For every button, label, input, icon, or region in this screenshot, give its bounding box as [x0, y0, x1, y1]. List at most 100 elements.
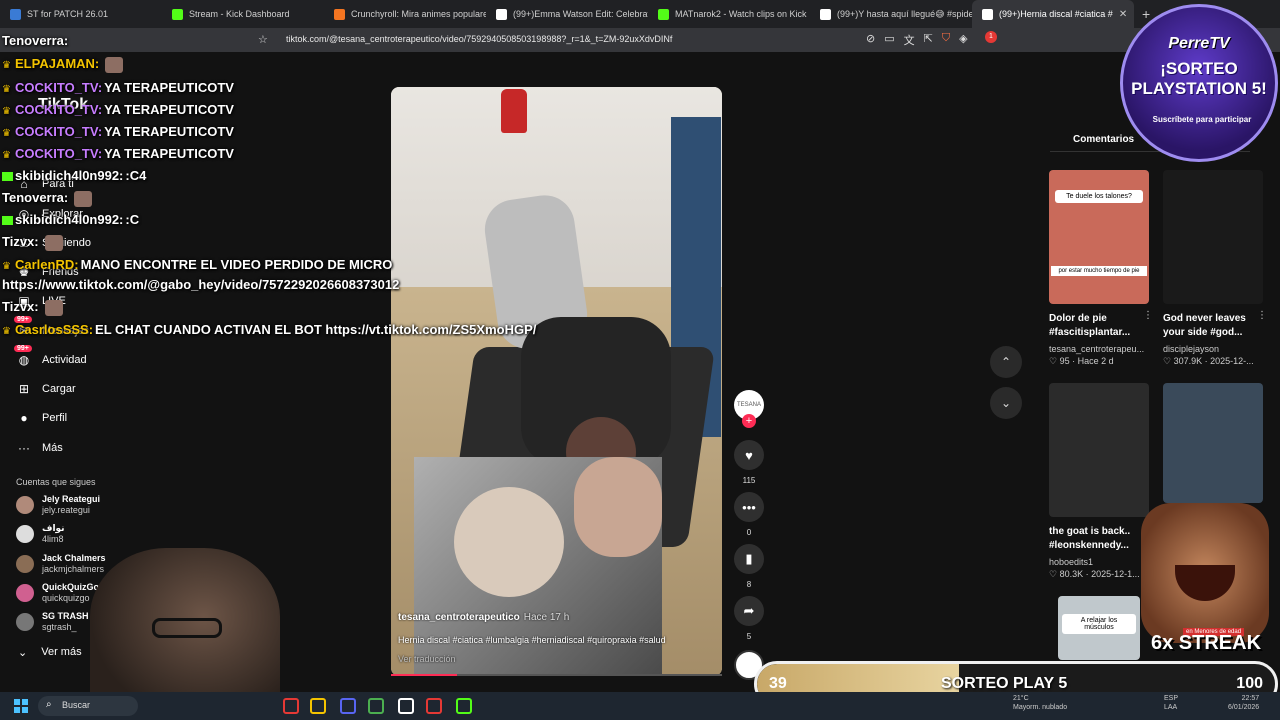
chat-message: Tizvx: — [2, 299, 63, 316]
taskbar-app-icon[interactable] — [340, 698, 356, 714]
chat-username[interactable]: COCKITO_TV: — [15, 146, 102, 161]
taskbar-app-icon[interactable] — [368, 698, 384, 714]
recommended-video-thumbnail[interactable]: A relajar los músculos — [1058, 596, 1140, 660]
extension-badge: 1 — [985, 31, 997, 43]
taskbar-app-icon[interactable] — [398, 698, 414, 714]
browser-tab[interactable]: Stream - Kick Dashboard — [162, 0, 324, 28]
follow-plus-button[interactable]: + — [742, 414, 756, 428]
chat-username[interactable]: Tenoverra: — [2, 190, 68, 205]
browser-tab[interactable]: (99+)Hernia discal #ciatica # ✕ — [972, 0, 1134, 28]
more-options-icon[interactable]: ⋮ — [1257, 310, 1267, 321]
screen-icon[interactable]: ▭ — [884, 32, 894, 48]
chat-username[interactable]: COCKITO_TV: — [15, 102, 102, 117]
translate-icon[interactable]: 文 — [904, 32, 915, 48]
video-player[interactable] — [391, 87, 722, 676]
comment-action[interactable]: ••• 0 — [734, 492, 764, 537]
chat-username[interactable]: skibidich4l0n992: — [15, 168, 123, 183]
share-page-icon[interactable]: ⇱ — [924, 32, 933, 48]
translate-link[interactable]: Ver traducción — [398, 654, 456, 664]
next-video-button[interactable]: ⌄ — [990, 387, 1022, 419]
extension-icon[interactable]: ◈ — [959, 32, 967, 48]
recommended-video-thumbnail[interactable]: Te duele los talones? por estar mucho tie… — [1049, 170, 1149, 304]
sidebar-item-actividad[interactable]: ◍ 99+ Actividad — [14, 345, 87, 368]
sidebar-item-label: Cargar — [42, 383, 76, 395]
chat-username[interactable]: Tizvx: — [2, 234, 39, 249]
sidebar-item-cargar[interactable]: ⊞ Cargar — [16, 381, 76, 397]
chat-username[interactable]: COCKITO_TV: — [15, 124, 102, 139]
followed-account[interactable]: نواف 4lim8 — [16, 523, 65, 545]
chat-username[interactable]: CasrlosSSS: — [15, 322, 93, 337]
close-tab-icon[interactable]: ✕ — [1119, 9, 1127, 20]
recommended-video-thumbnail[interactable] — [1049, 383, 1149, 517]
like-action[interactable]: ♥ 115 — [734, 440, 764, 485]
tab-favicon-icon — [820, 8, 831, 20]
crown-badge-icon: ♛ — [2, 326, 11, 338]
browser-tab[interactable]: Crunchyroll: Mira animes populares — [324, 0, 486, 28]
browser-tab[interactable]: (99+)Emma Watson Edit: Celebrate — [486, 0, 648, 28]
share-action[interactable]: ➦ 5 — [734, 596, 764, 641]
taskbar-search[interactable]: ⌕ Buscar — [38, 696, 138, 716]
followed-account[interactable]: QuickQuizGo quickquizgo — [16, 582, 99, 604]
weather-widget[interactable]: 21°C Mayorm. nublado — [1013, 694, 1067, 712]
taskbar-app-icon[interactable] — [426, 698, 442, 714]
lang-code: ESP — [1164, 695, 1179, 702]
language-indicator[interactable]: ESP LAA — [1164, 694, 1178, 712]
url-field[interactable]: tiktok.com/@tesana_centroterapeutico/vid… — [286, 34, 672, 44]
chat-username[interactable]: COCKITO_TV: — [15, 80, 102, 95]
sidebar-item-perfil[interactable]: ● Perfil — [16, 410, 67, 426]
video-progress[interactable] — [391, 674, 722, 676]
browser-tab[interactable]: MATnarok2 - Watch clips on Kick — [648, 0, 810, 28]
streak-counter: 6x STREAK — [1151, 632, 1262, 654]
taskbar-app-icon[interactable] — [310, 698, 326, 714]
windows-start-icon[interactable] — [14, 699, 28, 713]
recommended-video-thumbnail[interactable] — [1163, 383, 1263, 503]
chat-username[interactable]: Tizvx: — [2, 299, 39, 314]
account-name: Jack Chalmers — [42, 553, 106, 563]
ver-mas-label: Ver más — [41, 646, 82, 658]
clock[interactable]: 22:57 6/01/2026 — [1228, 694, 1259, 712]
chat-username[interactable]: Tenoverra: — [2, 33, 68, 48]
laughing-face-overlay — [1141, 503, 1269, 643]
chat-text: YA TERAPEUTICOTV — [104, 80, 234, 95]
taskbar-app-icon[interactable] — [283, 698, 299, 714]
recommended-video-title[interactable]: Dolor de pie #fascitisplantar... — [1049, 312, 1145, 340]
chat-username[interactable]: skibidich4l0n992: — [15, 212, 123, 227]
followed-account[interactable]: Jack Chalmers jackmjchalmers — [16, 553, 106, 575]
chat-text: https://www.tiktok.com/@gabo_hey/video/7… — [2, 277, 400, 292]
recommended-video-title[interactable]: the goat is back.. #leonskennedy... — [1049, 525, 1145, 553]
sidebar-item-más[interactable]: ··· Más — [16, 440, 63, 456]
heart-icon: ♥ — [734, 440, 764, 470]
chat-username[interactable]: ELPAJAMAN: — [15, 56, 99, 71]
browser-tab[interactable]: (99+)Y hasta aquí llegué😅 #spiderm — [810, 0, 972, 28]
video-author[interactable]: tesana_centroterapeutico Hace 17 h — [398, 612, 569, 623]
shield-extension-icon[interactable]: ⛉ — [942, 32, 950, 48]
face-mouth — [1175, 565, 1235, 601]
bookmark-icon[interactable]: ☆ — [258, 33, 270, 47]
prev-video-button[interactable]: ⌃ — [990, 346, 1022, 378]
more-options-icon[interactable]: ⋮ — [1143, 310, 1153, 321]
recommended-video-thumbnail[interactable] — [1163, 170, 1263, 304]
chat-message: ♛ COCKITO_TV: YA TERAPEUTICOTV — [2, 146, 234, 161]
lang-layout: LAA — [1164, 704, 1178, 711]
upload-icon: ⊞ — [18, 382, 30, 396]
ver-mas-button[interactable]: ⌄ Ver más — [18, 646, 82, 659]
browser-tab[interactable]: ST for PATCH 26.01 — [0, 0, 162, 28]
recommended-video-title[interactable]: God never leaves your side #god... — [1163, 312, 1259, 340]
bookmark-action[interactable]: ▮ 8 — [734, 544, 764, 589]
browser-tab-bar: ST for PATCH 26.01 Stream - Kick Dashboar… — [0, 0, 1280, 28]
chat-text: :C — [125, 212, 140, 227]
tab-favicon-icon — [10, 8, 21, 20]
recommended-video-user[interactable]: disciplejayson — [1163, 344, 1219, 354]
recommended-video-user[interactable]: hoboedits1 — [1049, 557, 1093, 567]
chat-username[interactable]: CarlenRD: — [15, 257, 79, 272]
bookmark-icon: ▮ — [734, 544, 764, 574]
followed-account[interactable]: Jely Reategui jely.reategui — [16, 494, 100, 516]
chat-emote-icon — [44, 234, 63, 251]
tracking-off-icon[interactable]: ⊘ — [866, 32, 875, 48]
chat-message: ♛ COCKITO_TV: YA TERAPEUTICOTV — [2, 80, 234, 95]
followed-account[interactable]: SG TRASH sgtrash_ — [16, 611, 89, 633]
taskbar-app-icon[interactable] — [456, 698, 472, 714]
tab-comentarios[interactable]: Comentarios — [1073, 134, 1134, 145]
recommended-video-user[interactable]: tesana_centroterapeu... — [1049, 344, 1144, 354]
sidebar-item-label: Actividad — [42, 354, 87, 366]
